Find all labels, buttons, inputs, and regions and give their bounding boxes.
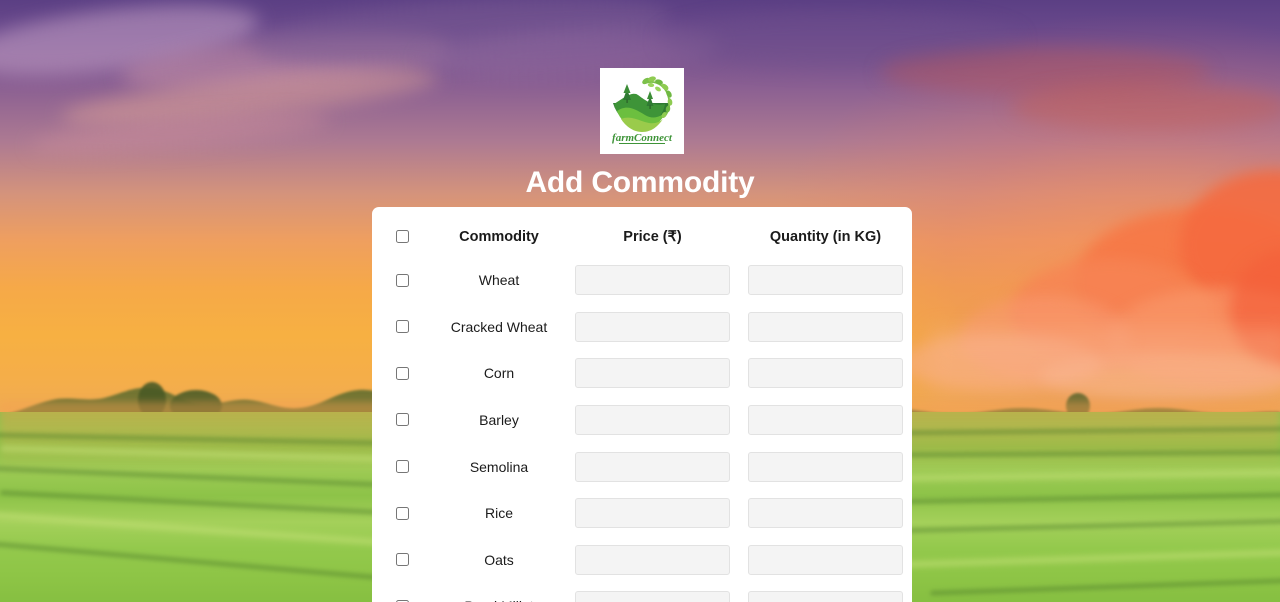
quantity-cell [739,490,912,537]
commodity-card: Commodity Price (₹) Quantity (in KG) Whe… [372,207,912,602]
column-header-quantity: Quantity (in KG) [769,229,882,245]
row-select-checkbox[interactable] [395,553,409,567]
row-select-checkbox[interactable] [395,413,409,427]
row-select-cell [372,490,432,537]
commodity-name: Cracked Wheat [450,318,548,335]
quantity-input[interactable] [748,311,903,342]
row-select-checkbox[interactable] [395,366,409,380]
commodity-name: Wheat [478,272,520,289]
quantity-cell [739,583,912,602]
price-cell [566,583,739,602]
commodity-name: Corn [483,365,515,382]
row-select-cell [372,397,432,444]
commodity-name: Oats [484,551,514,568]
select-all-header [372,207,432,257]
row-select-checkbox[interactable] [395,320,409,334]
table-row: Wheat [372,257,912,304]
farmconnect-logo-icon: farmConnect [612,76,673,144]
row-select-cell [372,583,432,602]
table-row: Pearl Millet [372,583,912,602]
table-row: Oats [372,537,912,584]
column-header-price: Price (₹) [623,229,682,245]
quantity-input[interactable] [748,265,903,296]
app-logo: farmConnect [600,68,684,154]
quantity-input[interactable] [748,591,903,602]
table-row: Corn [372,350,912,397]
price-cell [566,304,739,351]
page-title: Add Commodity [525,166,755,199]
table-row: Rice [372,490,912,537]
quantity-input[interactable] [748,405,903,436]
price-cell [566,490,739,537]
price-cell [566,443,739,490]
table-row: Semolina [372,443,912,490]
row-select-cell [372,304,432,351]
price-input[interactable] [575,591,730,602]
row-select-checkbox[interactable] [395,459,409,473]
price-input[interactable] [575,498,730,529]
commodity-name: Rice [484,505,513,522]
price-input[interactable] [575,265,730,296]
commodity-table: Commodity Price (₹) Quantity (in KG) Whe… [372,207,912,602]
price-input[interactable] [575,544,730,575]
quantity-cell [739,304,912,351]
quantity-input[interactable] [748,544,903,575]
price-input[interactable] [575,451,730,482]
price-cell [566,397,739,444]
commodity-name: Semolina [469,458,529,475]
table-row: Cracked Wheat [372,304,912,351]
row-select-cell [372,443,432,490]
table-header: Commodity Price (₹) Quantity (in KG) [372,207,912,257]
price-cell [566,537,739,584]
quantity-input[interactable] [748,498,903,529]
row-select-cell [372,537,432,584]
quantity-cell [739,350,912,397]
quantity-cell [739,537,912,584]
row-select-checkbox[interactable] [395,273,409,287]
table-body: Wheat Cracked Wheat Corn Barley Semolina Rice… [372,257,912,602]
logo-wordmark: farmConnect [612,132,673,144]
price-cell [566,257,739,304]
price-cell [566,350,739,397]
row-select-cell [372,350,432,397]
select-all-checkbox[interactable] [395,229,409,243]
table-header-row: Commodity Price (₹) Quantity (in KG) [372,207,912,257]
quantity-input[interactable] [748,358,903,389]
quantity-input[interactable] [748,451,903,482]
price-input[interactable] [575,358,730,389]
add-commodity-page: farmConnect Add Commodity Commodity Pric… [0,0,1280,602]
row-select-cell [372,257,432,304]
column-header-commodity: Commodity [459,229,539,245]
quantity-cell [739,257,912,304]
quantity-cell [739,443,912,490]
table-row: Barley [372,397,912,444]
quantity-cell [739,397,912,444]
commodity-name: Pearl Millet [432,583,566,602]
row-select-checkbox[interactable] [395,506,409,520]
price-input[interactable] [575,311,730,342]
price-input[interactable] [575,405,730,436]
commodity-name: Barley [479,412,519,429]
